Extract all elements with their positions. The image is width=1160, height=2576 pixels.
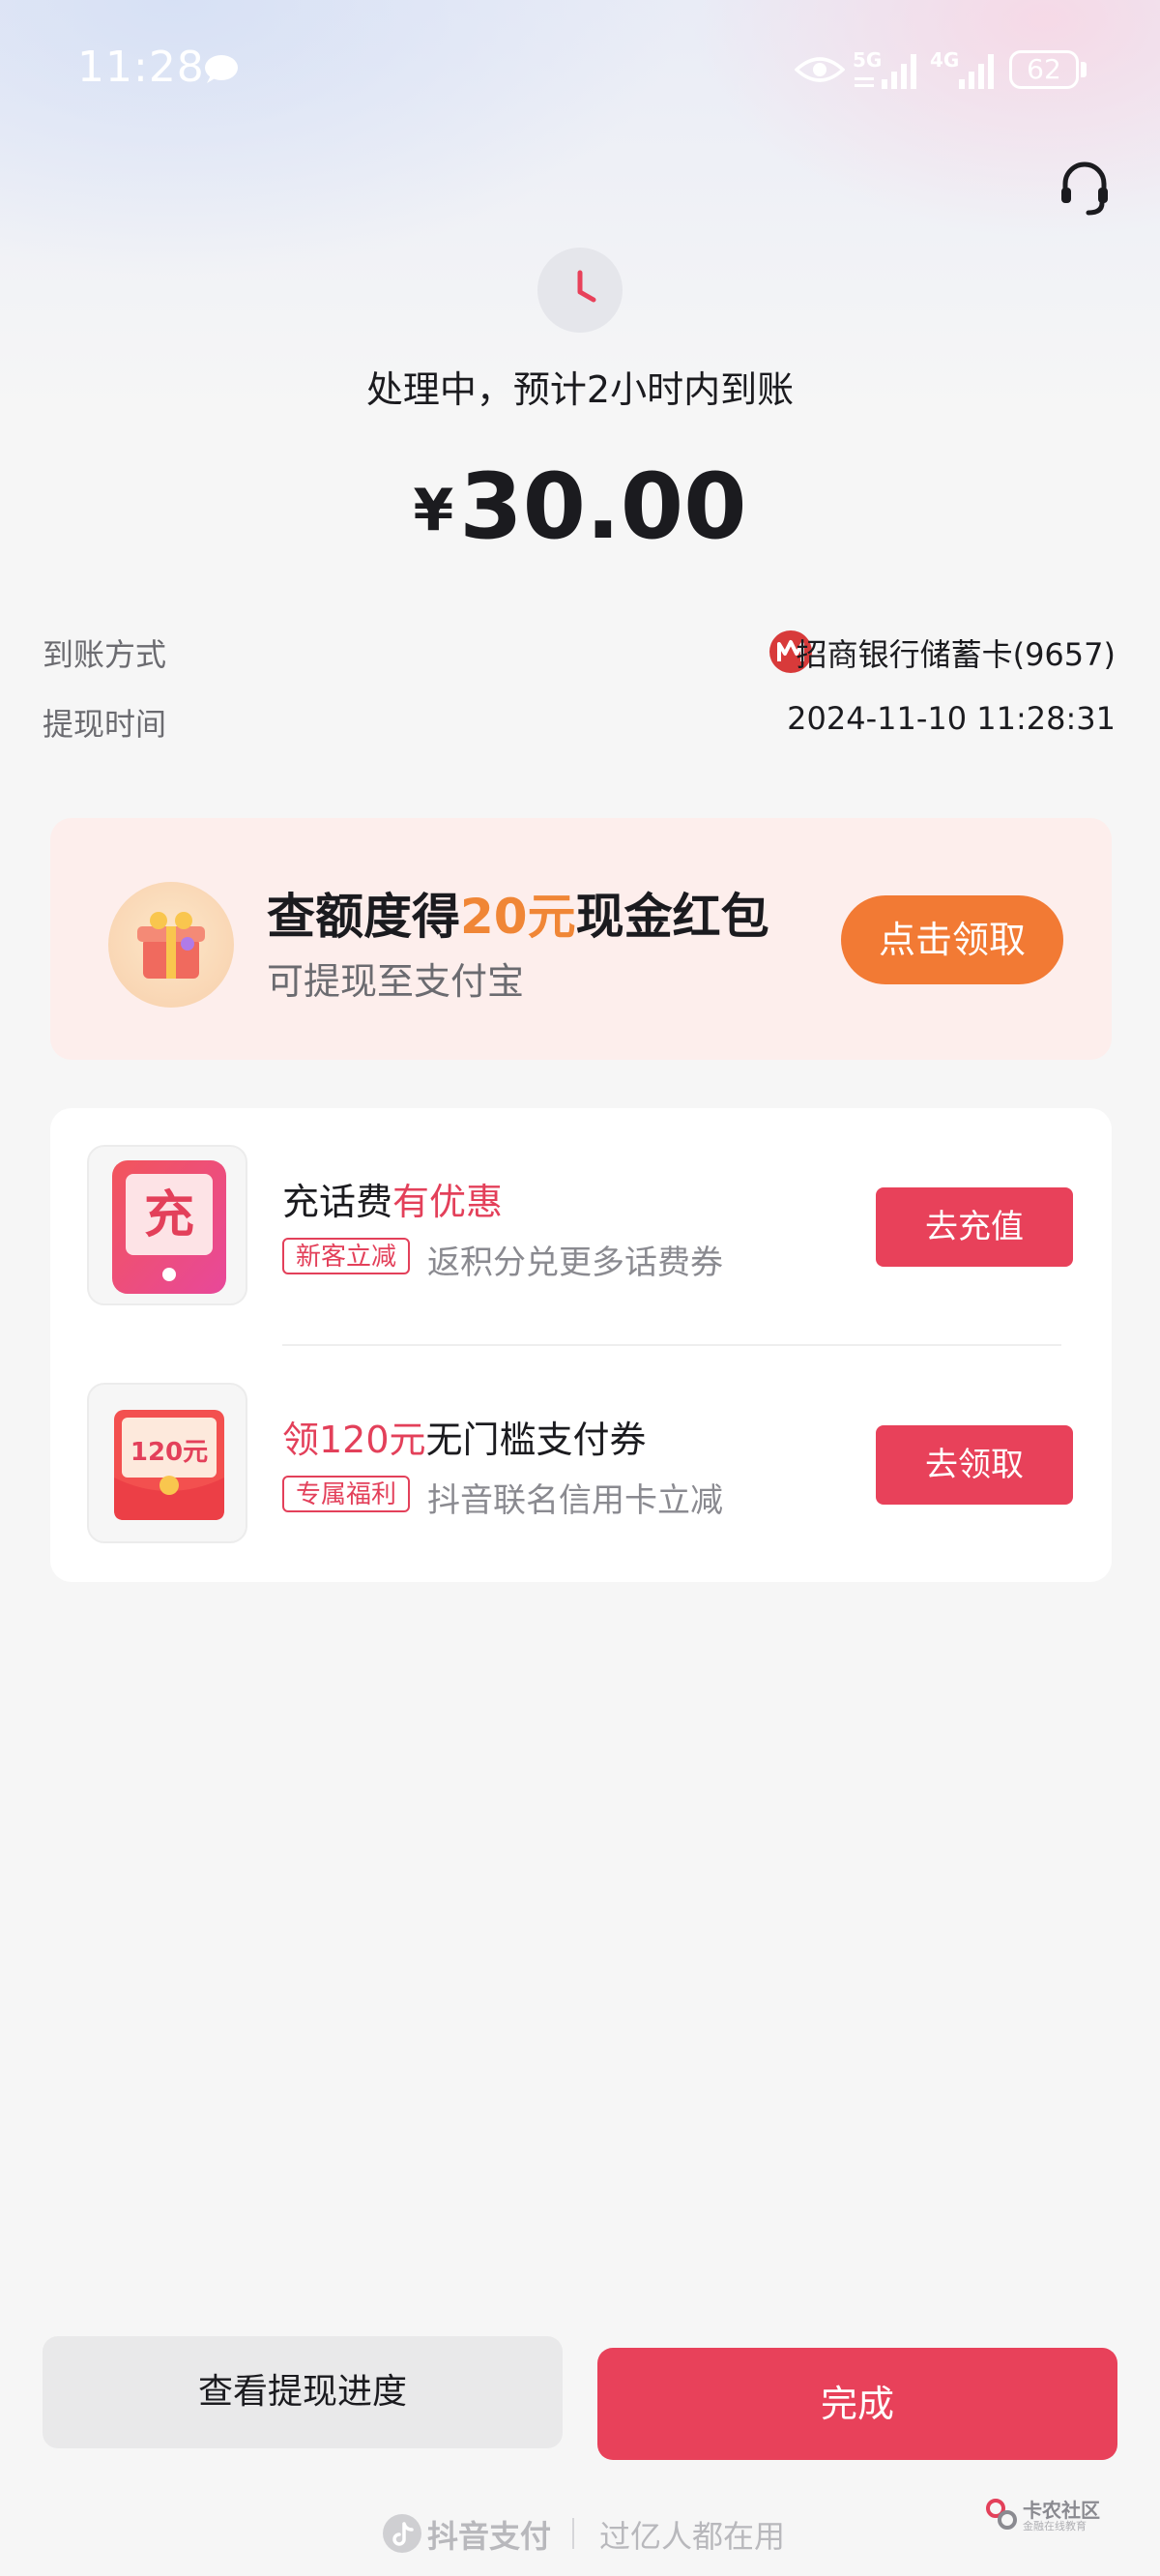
done-button[interactable]: 完成	[597, 2348, 1117, 2460]
footer-brand: 抖音支付	[427, 2518, 552, 2555]
coupon-offer-title: 领120元无门槛支付券	[282, 1419, 647, 1461]
clock-icon	[537, 248, 623, 333]
offers-card: 充 充话费有优惠 新客立减 返积分兑更多话费券 去充值 120元 领120元无门…	[50, 1108, 1112, 1582]
time-label: 提现时间	[43, 706, 167, 743]
chat-bubble-icon	[205, 55, 238, 83]
battery-level: 62	[1027, 53, 1061, 85]
battery-tip	[1081, 62, 1087, 77]
claim-coupon-button[interactable]: 去领取	[876, 1425, 1073, 1505]
promo-amount: 20元	[460, 889, 576, 945]
new-customer-tag: 新客立减	[282, 1238, 411, 1274]
status-time: 11:28	[77, 43, 205, 92]
watermark: 卡农社区 金融在线教育	[982, 2491, 1108, 2539]
method-value: 招商银行储蓄卡(9657)	[796, 636, 1116, 673]
promo-banner[interactable]: 查额度得20元现金红包 可提现至支付宝 点击领取	[50, 818, 1112, 1060]
battery-icon: 62	[1009, 50, 1079, 89]
watermark-logo-icon	[986, 2499, 1017, 2530]
svg-text:充: 充	[144, 1186, 194, 1244]
processing-status-text: 处理中，预计2小时内到账	[365, 368, 795, 411]
promo-title: 查额度得20元现金红包	[267, 889, 769, 945]
recharge-button[interactable]: 去充值	[876, 1187, 1073, 1267]
watermark-subtext: 金融在线教育	[1023, 2520, 1087, 2532]
gift-box-icon	[108, 882, 234, 1008]
douyin-icon	[383, 2514, 421, 2553]
phone-recharge-icon: 充	[87, 1145, 247, 1305]
recharge-offer-title: 充话费有优惠	[282, 1181, 504, 1223]
currency-symbol: ¥	[413, 477, 454, 544]
time-value: 2024-11-10 11:28:31	[787, 700, 1116, 737]
coupon-envelope-icon: 120元	[87, 1383, 247, 1543]
view-progress-button[interactable]: 查看提现进度	[43, 2336, 563, 2448]
footer-separator	[572, 2518, 574, 2549]
eye-icon	[795, 57, 845, 82]
recharge-offer-desc: 返积分兑更多话费券	[427, 1244, 723, 1282]
promo-subtitle: 可提现至支付宝	[267, 960, 525, 1003]
claim-button[interactable]: 点击领取	[841, 895, 1063, 984]
method-label: 到账方式	[43, 636, 167, 673]
svg-text:120元: 120元	[130, 1438, 208, 1467]
status-bar: 11:28 5G 4G 62	[0, 0, 1160, 145]
signal-5g-icon: 5G	[853, 48, 922, 93]
exclusive-benefit-tag: 专属福利	[282, 1476, 411, 1512]
footer-slogan: 过亿人都在用	[599, 2518, 786, 2555]
offer-divider	[282, 1344, 1061, 1346]
withdraw-amount: ¥30.00	[0, 454, 1160, 560]
customer-service-icon[interactable]	[1058, 159, 1112, 217]
coupon-offer-desc: 抖音联名信用卡立减	[427, 1481, 723, 1520]
signal-4g-icon: 4G	[930, 48, 1000, 93]
amount-value: 30.00	[459, 454, 747, 560]
